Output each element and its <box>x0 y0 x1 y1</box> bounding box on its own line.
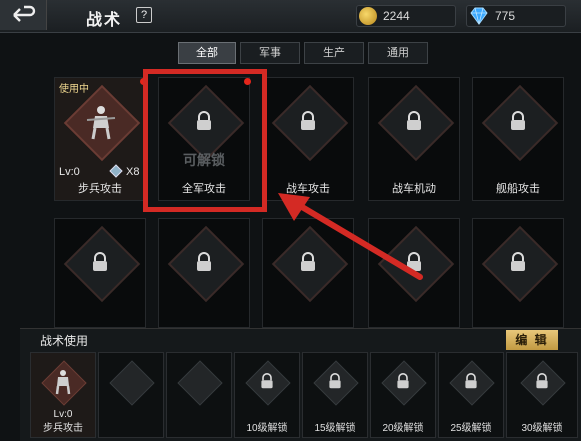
diamond-gem-icon <box>470 7 488 25</box>
gold-amount: 2244 <box>383 9 410 23</box>
back-button[interactable] <box>0 0 47 30</box>
gold-coin-icon <box>359 7 377 25</box>
slot-label: 15级解锁 <box>314 423 356 434</box>
lock-icon <box>536 373 548 389</box>
gem-currency: 775 <box>466 5 566 27</box>
card-label: 舰船攻击 <box>496 183 540 195</box>
usage-title: 战术使用 <box>40 334 89 348</box>
lock-icon <box>397 373 409 389</box>
tab-production[interactable]: 生产 <box>304 42 364 64</box>
edit-button[interactable]: 编 辑 <box>506 330 558 350</box>
usage-slot-5[interactable]: 15级解锁 <box>302 352 368 438</box>
tab-military[interactable]: 军事 <box>240 42 300 64</box>
card-locked[interactable] <box>472 218 564 328</box>
card-locked[interactable] <box>54 218 146 328</box>
slot-label: 30级解锁 <box>521 423 563 434</box>
usage-slot-3[interactable] <box>166 352 232 438</box>
lock-icon <box>511 252 525 271</box>
gold-currency: 2244 <box>356 5 456 27</box>
usage-slot-1[interactable]: Lv:0 步兵攻击 <box>30 352 96 438</box>
card-infantry-attack[interactable]: 使用中 Lv:0 X8 步兵攻击 <box>54 77 146 201</box>
card-count: X8 <box>126 166 140 178</box>
back-arrow-icon <box>13 5 36 22</box>
card-locked[interactable] <box>158 218 250 328</box>
slot-emblem <box>177 360 223 406</box>
soldier-icon <box>55 370 71 395</box>
slot-label: 25级解锁 <box>450 423 492 434</box>
card-level: Lv:0 <box>59 166 80 178</box>
lock-icon <box>407 111 421 130</box>
tab-general[interactable]: 通用 <box>368 42 428 64</box>
tab-all[interactable]: 全部 <box>178 42 236 64</box>
page-title: 战术 <box>86 12 123 29</box>
pointer-arrow-icon <box>278 193 423 280</box>
help-icon[interactable]: ? <box>136 7 152 23</box>
lock-icon <box>197 252 211 271</box>
card-ship-attack[interactable]: 舰船攻击 <box>472 77 564 201</box>
slot-emblem <box>109 360 155 406</box>
lock-icon <box>511 111 525 130</box>
in-use-badge: 使用中 <box>59 84 89 95</box>
gem-amount: 775 <box>495 9 516 23</box>
lock-icon <box>93 252 107 271</box>
card-tank-mobility[interactable]: 战车机动 <box>368 77 460 201</box>
card-label: 步兵攻击 <box>78 183 122 195</box>
lock-icon <box>329 373 341 389</box>
lock-icon <box>301 111 315 130</box>
usage-slot-7[interactable]: 25级解锁 <box>438 352 504 438</box>
soldier-icon <box>86 106 116 140</box>
lock-icon <box>261 373 273 389</box>
highlight-frame <box>143 69 267 212</box>
usage-slot-6[interactable]: 20级解锁 <box>370 352 436 438</box>
slot-label: 步兵攻击 <box>43 423 83 434</box>
medal-icon <box>109 164 123 178</box>
slot-label: 10级解锁 <box>246 423 288 434</box>
usage-slot-4[interactable]: 10级解锁 <box>234 352 300 438</box>
slot-label: 20级解锁 <box>382 423 424 434</box>
card-tank-attack[interactable]: 战车攻击 <box>262 77 354 201</box>
usage-slot-8[interactable]: 30级解锁 <box>506 352 578 438</box>
lock-icon <box>465 373 477 389</box>
usage-slot-2[interactable] <box>98 352 164 438</box>
